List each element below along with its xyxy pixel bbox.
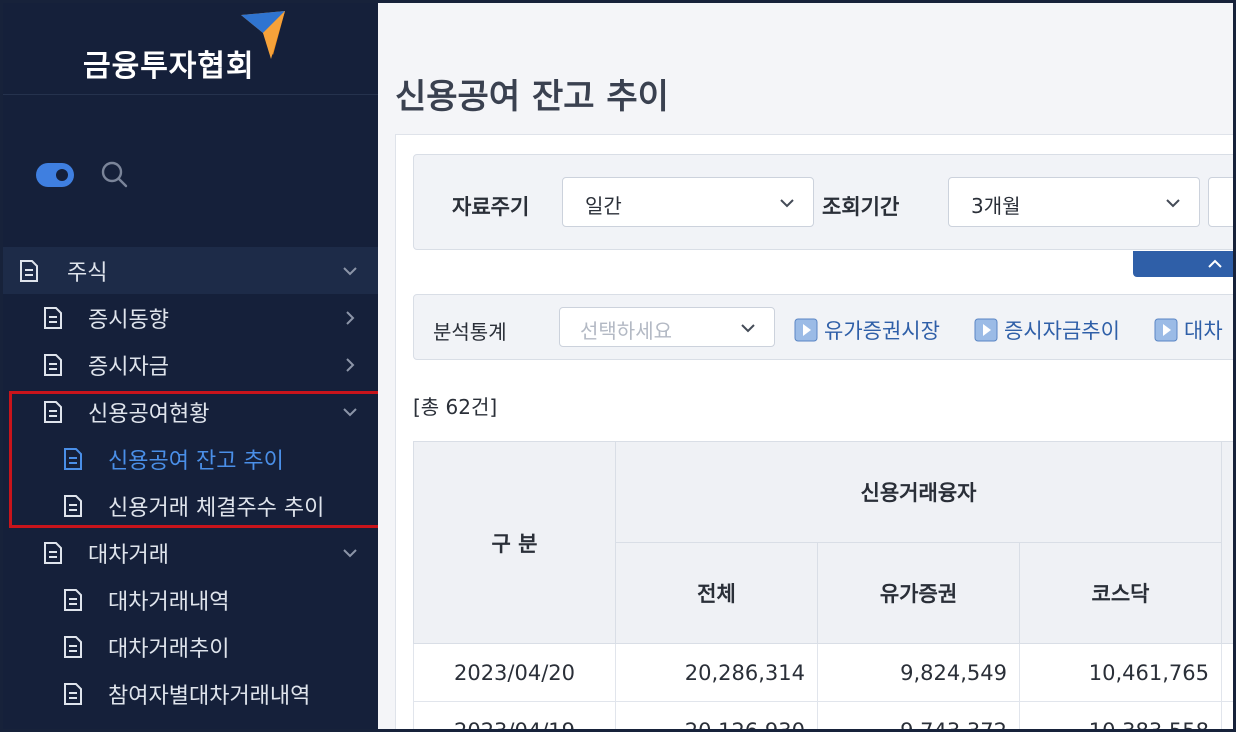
cell-kosdaq: 10,461,765 xyxy=(1018,643,1223,702)
sidebar-item-label: 대차거래 xyxy=(88,542,169,568)
chevron-down-icon xyxy=(343,266,357,275)
date-input[interactable] xyxy=(1208,177,1233,227)
page-title: 신용공여 잔고 추이 xyxy=(395,77,669,117)
document-icon xyxy=(64,588,82,611)
range-select[interactable]: 3개월 xyxy=(948,177,1200,227)
sidebar-item-lending-trend[interactable]: 대차거래추이 xyxy=(3,623,378,670)
sidebar-item-lending-details[interactable]: 대차거래내역 xyxy=(3,576,378,623)
app-window: 금융투자협회 주식 증시동향 증시자금 신용공여현황 신용공여 잔고 추이 신용… xyxy=(0,0,1236,732)
result-count: [총 62건] xyxy=(413,395,498,419)
row-date: 2023/04/19 xyxy=(413,701,616,729)
sidebar-item-label: 신용공여현황 xyxy=(88,401,210,427)
link-label: 유가증권시장 xyxy=(824,319,940,343)
sidebar-item-label: 신용거래 체결주수 추이 xyxy=(108,495,325,521)
document-icon xyxy=(44,353,62,376)
filter-panel: 자료주기 일간 조회기간 3개월 xyxy=(413,154,1233,250)
sidebar-item-label: 참여자별대차거래내역 xyxy=(108,683,311,709)
document-icon xyxy=(20,259,38,282)
cell-kospi: 9,824,549 xyxy=(817,643,1020,702)
content-card: 자료주기 일간 조회기간 3개월 분석통계 선택하세요 유가증권시장 증시자금추… xyxy=(395,134,1233,729)
analysis-label: 분석통계 xyxy=(433,320,507,344)
period-label: 자료주기 xyxy=(452,195,530,219)
column-header-kospi: 유가증권 xyxy=(817,542,1020,644)
document-icon xyxy=(64,635,82,658)
cell-total: 20,126,930 xyxy=(615,701,818,729)
chevron-right-icon xyxy=(346,310,355,325)
collapse-filter-button[interactable] xyxy=(1133,251,1233,277)
sidebar-item-credit-balance-trend[interactable]: 신용공여 잔고 추이 xyxy=(3,435,378,482)
table-row: 2023/04/20 20,286,314 9,824,549 10,461,7… xyxy=(413,643,1233,702)
column-header-more xyxy=(1221,441,1233,644)
sidebar: 금융투자협회 주식 증시동향 증시자금 신용공여현황 신용공여 잔고 추이 신용… xyxy=(3,3,381,729)
cell-total: 20,286,314 xyxy=(615,643,818,702)
period-select-value: 일간 xyxy=(585,194,622,218)
link-label: 증시자금추이 xyxy=(1004,319,1120,343)
sidebar-item-market-trends[interactable]: 증시동향 xyxy=(3,294,378,341)
chevron-down-icon xyxy=(1166,199,1180,208)
menu-toggle-switch[interactable] xyxy=(36,163,74,187)
brand-logo-icon xyxy=(241,11,285,59)
document-icon xyxy=(44,400,62,423)
document-icon xyxy=(64,494,82,517)
play-icon xyxy=(1154,318,1178,342)
logo-area: 금융투자협회 xyxy=(3,3,378,95)
chevron-right-icon xyxy=(346,357,355,372)
column-group-header-credit-loan: 신용거래융자 xyxy=(614,441,1223,543)
sidebar-item-stock-lending[interactable]: 대차거래 xyxy=(3,529,378,576)
column-header-total: 전체 xyxy=(615,542,818,644)
document-icon xyxy=(64,447,82,470)
sidebar-item-credit-status[interactable]: 신용공여현황 xyxy=(3,388,378,435)
column-header-category: 구 분 xyxy=(413,441,616,644)
analysis-select[interactable]: 선택하세요 xyxy=(559,307,775,347)
analysis-panel: 분석통계 선택하세요 유가증권시장 증시자금추이 대차 xyxy=(413,294,1233,360)
chevron-down-icon xyxy=(780,199,794,208)
play-icon xyxy=(794,318,818,342)
column-header-kosdaq: 코스닥 xyxy=(1018,542,1223,644)
document-icon xyxy=(44,306,62,329)
link-kospi-market[interactable]: 유가증권시장 xyxy=(794,315,940,345)
sidebar-item-stocks[interactable]: 주식 xyxy=(3,247,378,294)
sidebar-item-market-funds[interactable]: 증시자금 xyxy=(3,341,378,388)
cell-kospi: 9,743,372 xyxy=(817,701,1020,729)
sidebar-item-lending-by-participant[interactable]: 참여자별대차거래내역 xyxy=(3,670,378,717)
brand-logo-text[interactable]: 금융투자협회 xyxy=(83,41,255,85)
table-row: 2023/04/19 20,126,930 9,743,372 10,383,5… xyxy=(413,701,1233,729)
sidebar-item-label: 주식 xyxy=(67,260,108,286)
row-date: 2023/04/20 xyxy=(413,643,616,702)
cell-more xyxy=(1221,701,1233,729)
sidebar-item-label: 증시자금 xyxy=(88,354,169,380)
sidebar-item-label: 대차거래내역 xyxy=(108,589,230,615)
sidebar-item-credit-trade-volume-trend[interactable]: 신용거래 체결주수 추이 xyxy=(3,482,378,529)
chevron-down-icon xyxy=(741,324,755,333)
chevron-up-icon xyxy=(1208,259,1222,268)
credit-balance-table: 구 분 신용거래융자 전체 유가증권 코스닥 2023/04/20 20,286… xyxy=(413,441,1233,729)
play-icon xyxy=(974,318,998,342)
sidebar-item-label: 대차거래추이 xyxy=(108,636,230,662)
cell-more xyxy=(1221,643,1233,702)
range-select-value: 3개월 xyxy=(971,194,1021,218)
chevron-down-icon xyxy=(343,407,357,416)
search-icon[interactable] xyxy=(99,159,129,189)
document-icon xyxy=(64,682,82,705)
period-select[interactable]: 일간 xyxy=(562,177,814,227)
link-market-funds-trend[interactable]: 증시자금추이 xyxy=(974,315,1120,345)
sidebar-item-label: 증시동향 xyxy=(88,307,169,333)
chevron-down-icon xyxy=(343,548,357,557)
main-content: 신용공여 잔고 추이 자료주기 일간 조회기간 3개월 분석통계 선택하세요 유… xyxy=(378,3,1233,729)
range-label: 조회기간 xyxy=(822,195,900,219)
sidebar-item-label: 신용공여 잔고 추이 xyxy=(108,448,284,474)
link-label: 대차 xyxy=(1184,319,1223,343)
document-icon xyxy=(44,541,62,564)
cell-kosdaq: 10,383,558 xyxy=(1018,701,1223,729)
analysis-select-placeholder: 선택하세요 xyxy=(580,319,672,343)
link-stock-lending[interactable]: 대차 xyxy=(1154,315,1223,345)
